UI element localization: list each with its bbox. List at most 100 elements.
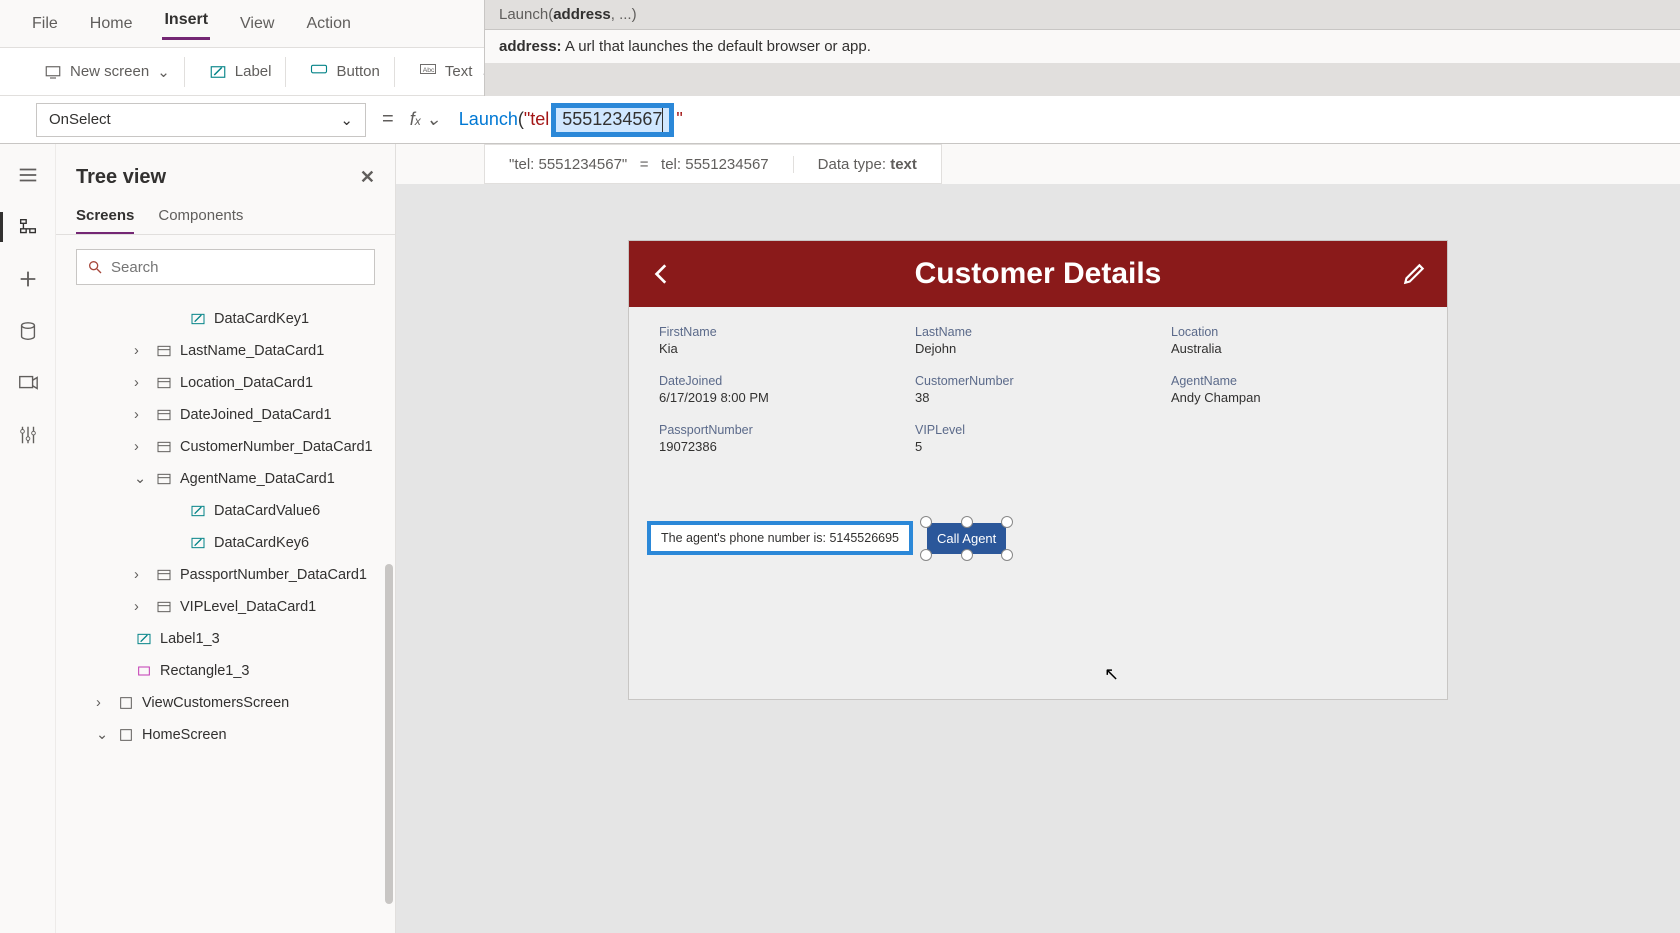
field-label: AgentName (1171, 374, 1417, 388)
chevron-icon[interactable]: › (134, 567, 148, 583)
form-field: LastName Dejohn (915, 325, 1161, 364)
tree-item[interactable]: ›DateJoined_DataCard1 (56, 399, 395, 431)
edit-icon (190, 535, 206, 551)
desc-label: address: (499, 38, 562, 55)
new-screen-button[interactable]: New screen ⌄ (30, 57, 185, 87)
tree-item-label: VIPLevel_DataCard1 (180, 599, 316, 615)
tree-item[interactable]: › LastName_DataCard1 (56, 335, 395, 367)
tree-item[interactable]: DataCardValue6 (56, 495, 395, 527)
result-eq: = (640, 156, 649, 173)
selection-handle[interactable] (920, 549, 932, 561)
call-agent-label: Call Agent (937, 531, 996, 546)
tree-list[interactable]: DataCardKey1 › LastName_DataCard1 › Location… (56, 299, 395, 918)
chevron-icon[interactable]: › (134, 599, 148, 615)
call-agent-button[interactable]: Call Agent (927, 523, 1006, 554)
insert-button-button[interactable]: Button (296, 57, 394, 87)
tree-view-title-row: Tree view ✕ (56, 144, 395, 199)
tree-item[interactable]: › Location_DataCard1 (56, 367, 395, 399)
formula-input[interactable]: Launch("tel 5551234567" (449, 97, 1680, 143)
tree-item[interactable]: Rectangle1_3 (56, 655, 395, 687)
menu-view[interactable]: View (238, 11, 276, 37)
selection-handle[interactable] (961, 549, 973, 561)
tree-item-label: AgentName_DataCard1 (180, 471, 335, 487)
tree-search-input[interactable] (111, 259, 364, 276)
tree-item-label: DataCardValue6 (214, 503, 320, 519)
app-title: Customer Details (915, 257, 1162, 291)
result-datatype: Data type: text (794, 156, 941, 173)
form-field: VIPLevel 5 (915, 423, 1161, 462)
tree-item[interactable]: DataCardKey6 (56, 527, 395, 559)
details-form: FirstNameKiaLastNameDejohnLocationAustra… (629, 307, 1447, 480)
chevron-icon[interactable]: › (134, 407, 148, 423)
tree-item[interactable]: ›CustomerNumber_DataCard1 (56, 431, 395, 463)
media-icon[interactable] (17, 372, 39, 394)
scrollbar-thumb[interactable] (385, 564, 393, 904)
field-value: 19072386 (659, 439, 905, 454)
tree-item[interactable]: Label1_3 (56, 623, 395, 655)
field-label: VIPLevel (915, 423, 1161, 437)
selection-handle[interactable] (1001, 549, 1013, 561)
field-value: Dejohn (915, 341, 1161, 356)
search-icon (87, 259, 103, 275)
canvas[interactable]: Customer Details FirstNameKiaLastNameDej… (396, 184, 1680, 933)
tree-item[interactable]: › VIPLevel_DataCard1 (56, 591, 395, 623)
add-icon[interactable] (17, 268, 39, 290)
form-field: LocationAustralia (1171, 325, 1417, 364)
fx-icon[interactable]: fx ⌄ (410, 109, 449, 130)
result-lhs: "tel: 5551234567" (509, 156, 627, 173)
edit-icon[interactable] (1401, 261, 1427, 287)
tab-components[interactable]: Components (158, 199, 243, 234)
selection-handle[interactable] (920, 516, 932, 528)
left-rail (0, 144, 56, 933)
chevron-icon[interactable]: › (96, 695, 110, 711)
signature-line: Launch(address, ...) (485, 0, 1680, 29)
tree-item-label: HomeScreen (142, 727, 227, 743)
form-field: CustomerNumber38 (915, 374, 1161, 413)
menu-action[interactable]: Action (304, 11, 352, 37)
advanced-icon[interactable] (17, 424, 39, 446)
insert-label-button[interactable]: Label (195, 57, 287, 87)
formula-fn: Launch (459, 109, 518, 130)
data-icon[interactable] (17, 320, 39, 342)
chevron-icon[interactable]: › (134, 375, 148, 391)
field-value: 6/17/2019 8:00 PM (659, 390, 905, 405)
menu-home[interactable]: Home (88, 11, 135, 37)
result-rhs: tel: 5551234567 (661, 156, 769, 173)
tree-item-label: Location_DataCard1 (180, 375, 313, 391)
tree-item[interactable]: ⌄ HomeScreen (56, 719, 395, 751)
tree-item-label: LastName_DataCard1 (180, 343, 324, 359)
signature-description: address: A url that launches the default… (485, 29, 1680, 63)
field-value: 5 (915, 439, 1161, 454)
tree-item[interactable]: ⌄ AgentName_DataCard1 (56, 463, 395, 495)
menu-file[interactable]: File (30, 11, 60, 37)
field-value: 38 (915, 390, 1161, 405)
screen-icon (118, 695, 134, 711)
close-icon[interactable]: ✕ (360, 167, 375, 188)
field-label: LastName (915, 325, 1161, 339)
tree-item[interactable]: ›ViewCustomersScreen (56, 687, 395, 719)
insert-label-text: Label (235, 63, 272, 80)
hamburger-icon[interactable] (17, 164, 39, 186)
field-label: PassportNumber (659, 423, 905, 437)
form-field: DateJoined6/17/2019 8:00 PM (659, 374, 905, 413)
card-icon (156, 407, 172, 423)
result-expression: "tel: 5551234567" = tel: 5551234567 (485, 156, 794, 173)
chevron-icon[interactable]: › (134, 439, 148, 455)
card-icon (156, 439, 172, 455)
tree-view-title: Tree view (76, 166, 166, 189)
tab-screens[interactable]: Screens (76, 199, 134, 234)
tree-item[interactable]: ›PassportNumber_DataCard1 (56, 559, 395, 591)
menu-insert[interactable]: Insert (162, 7, 210, 40)
property-selector[interactable]: OnSelect ⌄ (36, 103, 366, 137)
selection-handle[interactable] (961, 516, 973, 528)
tree-item[interactable]: DataCardKey1 (56, 303, 395, 335)
tree-search[interactable] (76, 249, 375, 285)
back-icon[interactable] (649, 261, 675, 287)
agent-phone-label-selected[interactable]: The agent's phone number is: 5145526695 (647, 521, 913, 555)
tree-view-icon[interactable] (17, 216, 39, 238)
chevron-icon[interactable]: › (134, 343, 148, 359)
chevron-icon[interactable]: ⌄ (96, 727, 110, 743)
selection-handle[interactable] (1001, 516, 1013, 528)
chevron-icon[interactable]: ⌄ (134, 471, 148, 487)
agent-phone-value: 5145526695 (829, 531, 899, 545)
